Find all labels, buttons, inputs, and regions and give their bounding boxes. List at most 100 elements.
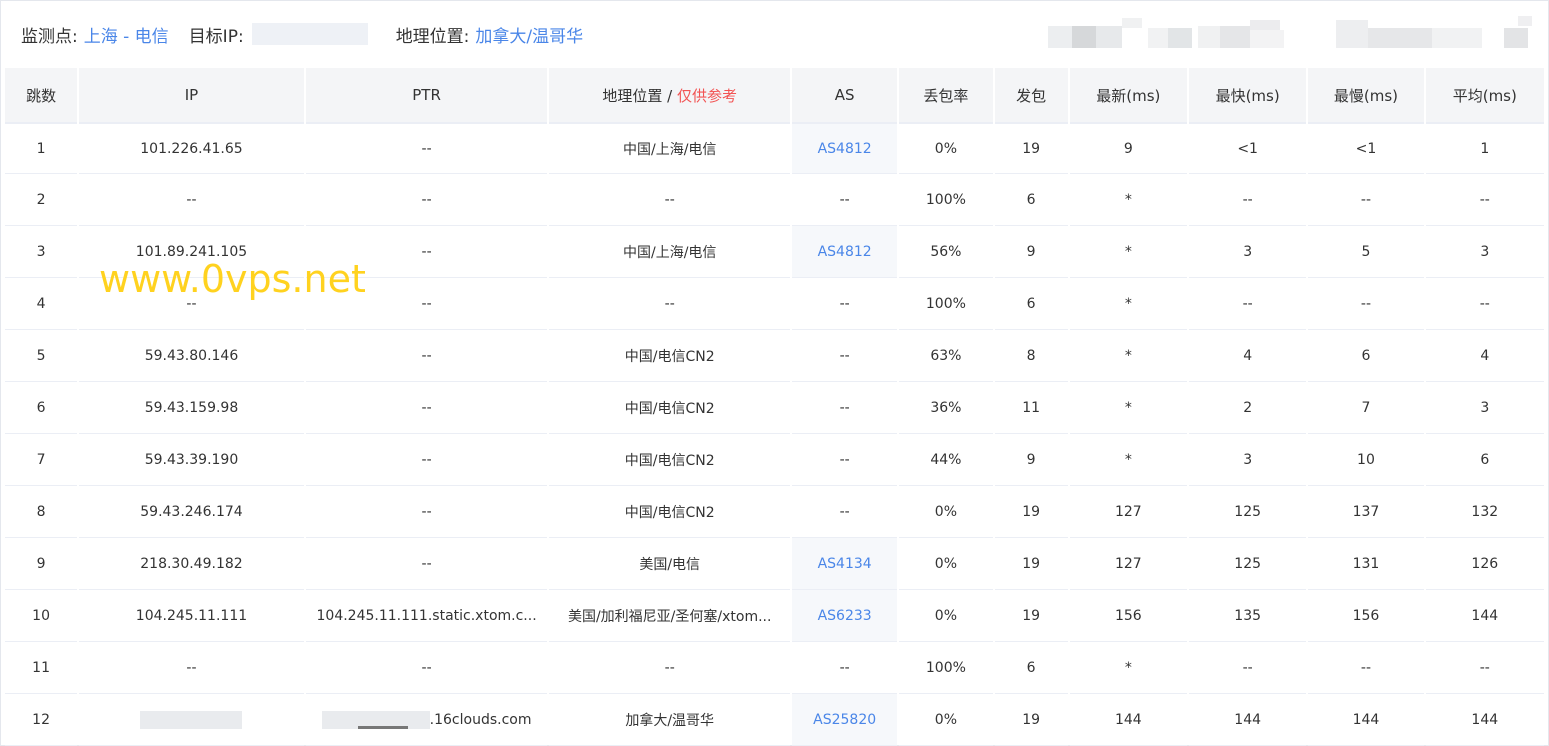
cell-best: 3: [1189, 226, 1307, 278]
cell-best: 135: [1189, 590, 1307, 642]
cell-as: --: [792, 382, 898, 434]
cell-hop: 5: [5, 330, 78, 382]
cell-ip: 101.226.41.65: [79, 122, 304, 174]
cell-best: --: [1189, 174, 1307, 226]
cell-ptr: --: [305, 226, 548, 278]
cell-loss: 0%: [899, 122, 993, 174]
cell-best: <1: [1189, 122, 1307, 174]
cell-avg: 132: [1425, 486, 1544, 538]
cell-best: --: [1189, 278, 1307, 330]
table-row: 1 101.226.41.65 -- 中国/上海/电信 AS4812 0% 19 9 <1 <1 1: [5, 122, 1544, 174]
table-row: 4 -- -- -- -- 100% 6 * -- -- --: [5, 278, 1544, 330]
cell-sent: 6: [994, 278, 1068, 330]
cell-loss: 100%: [899, 642, 993, 694]
cell-as: AS6233: [792, 590, 898, 642]
table-row: 5 59.43.80.146 -- 中国/电信CN2 -- 63% 8 * 4 6 4: [5, 330, 1544, 382]
cell-hop: 10: [5, 590, 78, 642]
col-ip: IP: [79, 68, 304, 122]
cell-sent: 6: [994, 642, 1068, 694]
cell-hop: 3: [5, 226, 78, 278]
cell-ip: 59.43.159.98: [79, 382, 304, 434]
cell-ptr: --: [305, 382, 548, 434]
cell-as: --: [792, 486, 898, 538]
cell-hop: 7: [5, 434, 78, 486]
table-row: 9 218.30.49.182 -- 美国/电信 AS4134 0% 19 127 125 131…: [5, 538, 1544, 590]
cell-ip: 59.43.80.146: [79, 330, 304, 382]
cell-ip: [79, 694, 304, 746]
cell-geo: 加拿大/温哥华: [549, 694, 791, 746]
cell-as: --: [792, 174, 898, 226]
cell-hop: 2: [5, 174, 78, 226]
table-row: 11 -- -- -- -- 100% 6 * -- -- --: [5, 642, 1544, 694]
col-geo-label: 地理位置: [602, 86, 663, 105]
table-row: 2 -- -- -- -- 100% 6 * -- -- --: [5, 174, 1544, 226]
cell-avg: 144: [1425, 694, 1544, 746]
cell-as: --: [792, 278, 898, 330]
cell-loss: 0%: [899, 538, 993, 590]
cell-ip: 104.245.11.111: [79, 590, 304, 642]
cell-hop: 11: [5, 642, 78, 694]
cell-worst: 5: [1308, 226, 1424, 278]
monitor-label: 监测点:: [21, 26, 78, 47]
cell-hop: 8: [5, 486, 78, 538]
cell-loss: 56%: [899, 226, 993, 278]
cell-avg: 6: [1425, 434, 1544, 486]
cell-worst: 144: [1308, 694, 1424, 746]
cell-ptr: 104.245.11.111.static.xtom.c...: [305, 590, 548, 642]
cell-geo: 中国/电信CN2: [549, 330, 791, 382]
cell-worst: 131: [1308, 538, 1424, 590]
cell-best: 125: [1189, 538, 1307, 590]
cell-last: 144: [1069, 694, 1187, 746]
ptr-redacted: [321, 710, 430, 729]
cell-sent: 9: [994, 226, 1068, 278]
cell-ptr: --: [305, 122, 548, 174]
table-row: 6 59.43.159.98 -- 中国/电信CN2 -- 36% 11 * 2 7 3: [5, 382, 1544, 434]
cell-geo: --: [549, 174, 791, 226]
cell-last: *: [1069, 330, 1187, 382]
cell-worst: 7: [1308, 382, 1424, 434]
col-geo-reference-note: 仅供参考: [677, 86, 738, 105]
cell-geo: 中国/上海/电信: [549, 226, 791, 278]
geo-value-link[interactable]: 加拿大/温哥华: [475, 22, 583, 47]
as-link[interactable]: AS4134: [818, 556, 872, 572]
as-link[interactable]: AS4812: [818, 141, 872, 157]
cell-last: 127: [1069, 486, 1187, 538]
as-link[interactable]: AS6233: [818, 608, 872, 624]
cell-loss: 36%: [899, 382, 993, 434]
cell-best: --: [1189, 642, 1307, 694]
cell-ip: 101.89.241.105: [79, 226, 304, 278]
target-ip-redacted: [251, 23, 368, 45]
cell-geo: 中国/电信CN2: [549, 434, 791, 486]
cell-avg: 144: [1425, 590, 1544, 642]
col-sent: 发包: [994, 68, 1068, 122]
cell-hop: 9: [5, 538, 78, 590]
as-link[interactable]: AS4812: [818, 244, 872, 260]
cell-sent: 19: [994, 122, 1068, 174]
cell-as: AS4812: [792, 226, 898, 278]
as-link[interactable]: AS25820: [813, 712, 876, 728]
cell-geo: --: [549, 642, 791, 694]
cell-as: AS4812: [792, 122, 898, 174]
cell-best: 2: [1189, 382, 1307, 434]
cell-ip: 59.43.246.174: [79, 486, 304, 538]
cell-last: 156: [1069, 590, 1187, 642]
cell-worst: 156: [1308, 590, 1424, 642]
monitor-value-link[interactable]: 上海 - 电信: [84, 22, 169, 47]
cell-hop: 1: [5, 122, 78, 174]
col-best: 最快(ms): [1189, 68, 1307, 122]
cell-best: 4: [1189, 330, 1307, 382]
cell-last: 9: [1069, 122, 1187, 174]
cell-as: AS4134: [792, 538, 898, 590]
col-avg: 平均(ms): [1425, 68, 1544, 122]
cell-avg: --: [1425, 174, 1544, 226]
cell-geo: 中国/电信CN2: [549, 486, 791, 538]
cell-ip: --: [79, 278, 304, 330]
cell-as: --: [792, 330, 898, 382]
cell-ptr: --: [305, 278, 548, 330]
cell-worst: 10: [1308, 434, 1424, 486]
cell-sent: 11: [994, 382, 1068, 434]
cell-hop: 12: [5, 694, 78, 746]
cell-ptr: --: [305, 434, 548, 486]
cell-last: *: [1069, 382, 1187, 434]
cell-last: *: [1069, 174, 1187, 226]
